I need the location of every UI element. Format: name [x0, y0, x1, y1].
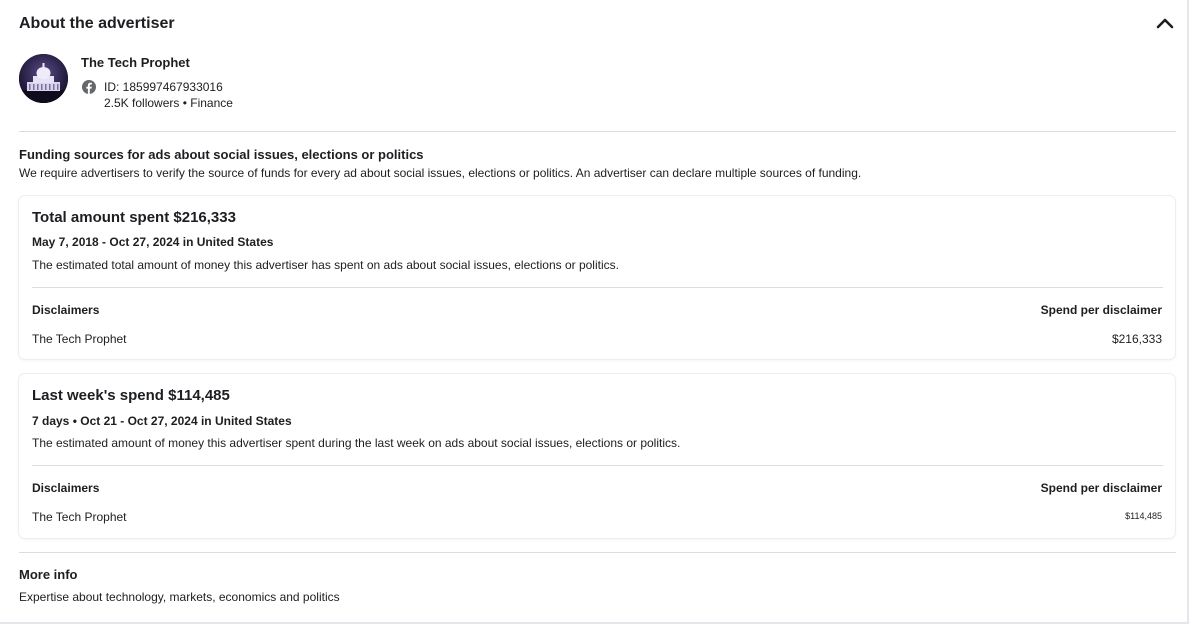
- funding-description: We require advertisers to verify the sou…: [19, 166, 862, 180]
- total-spend-card: Total amount spent $216,333 May 7, 2018 …: [19, 196, 1175, 359]
- card-description: The estimated amount of money this adver…: [32, 436, 681, 450]
- date-range: 7 days • Oct 21 - Oct 27, 2024 in United…: [32, 414, 292, 428]
- column-header-disclaimers: Disclaimers: [32, 481, 100, 495]
- disclaimer-spend: $216,333: [1111, 332, 1162, 346]
- facebook-icon: [82, 80, 96, 94]
- divider: [19, 131, 1176, 132]
- more-info-description: Expertise about technology, markets, eco…: [19, 590, 340, 604]
- advertiser-meta: 2.5K followers • Finance: [104, 96, 233, 110]
- chevron-up-icon[interactable]: [1156, 16, 1174, 30]
- advertiser-name[interactable]: The Tech Prophet: [81, 55, 190, 70]
- funding-title: Funding sources for ads about social iss…: [19, 147, 424, 162]
- card-title: Total amount spent $216,333: [32, 209, 236, 226]
- column-header-disclaimers: Disclaimers: [32, 303, 100, 317]
- date-range: May 7, 2018 - Oct 27, 2024 in United Sta…: [32, 235, 274, 249]
- disclaimer-name: The Tech Prophet: [32, 510, 127, 524]
- more-info-title: More info: [19, 567, 78, 582]
- divider: [32, 465, 1163, 466]
- divider: [19, 552, 1176, 553]
- column-header-spend: Spend per disclaimer: [1040, 481, 1162, 495]
- capitol-building-image: [19, 54, 68, 103]
- advertiser-panel: About the advertiser The Tech Prophet ID…: [0, 0, 1189, 624]
- disclaimer-spend: $114,485: [1125, 511, 1162, 521]
- avatar[interactable]: [19, 54, 68, 103]
- section-title: About the advertiser: [19, 15, 175, 32]
- divider: [32, 287, 1163, 288]
- card-description: The estimated total amount of money this…: [32, 258, 619, 272]
- column-header-spend: Spend per disclaimer: [1040, 303, 1162, 317]
- card-title: Last week's spend $114,485: [32, 387, 230, 404]
- last-week-spend-card: Last week's spend $114,485 7 days • Oct …: [19, 374, 1175, 538]
- advertiser-id: ID: 185997467933016: [104, 80, 223, 94]
- disclaimer-name: The Tech Prophet: [32, 332, 127, 346]
